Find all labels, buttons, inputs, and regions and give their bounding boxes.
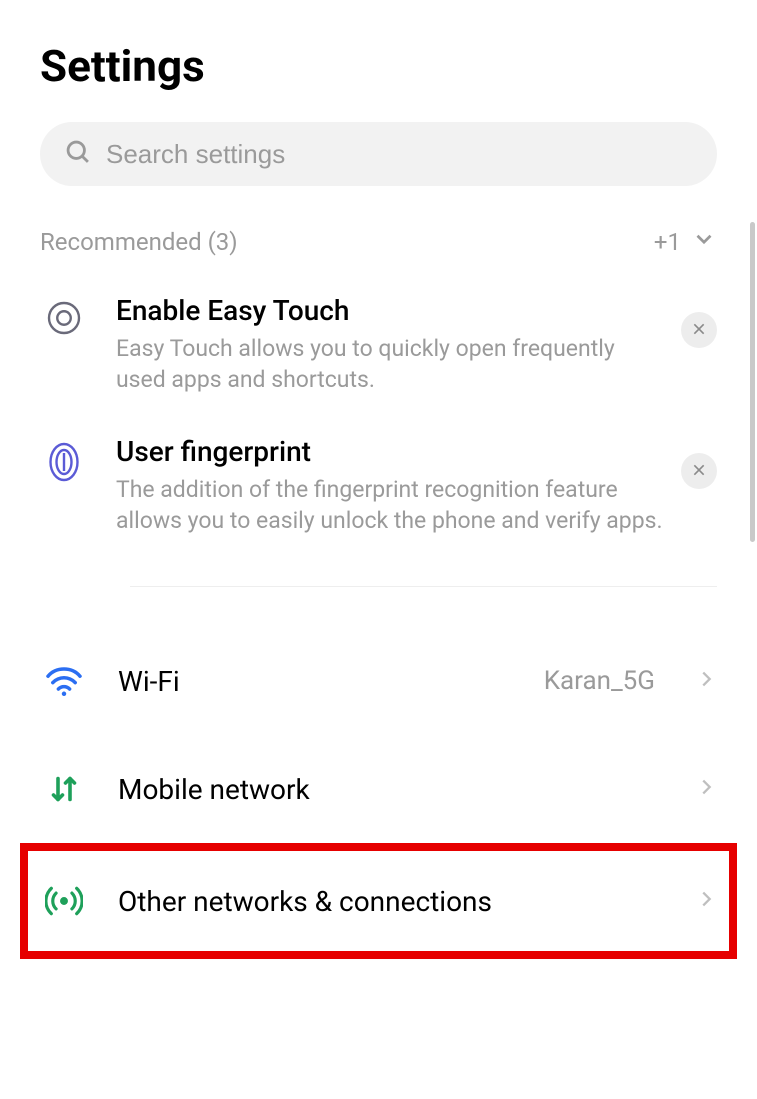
scrollbar[interactable] bbox=[750, 222, 755, 542]
chevron-right-icon bbox=[695, 668, 717, 694]
page-title: Settings bbox=[40, 40, 717, 92]
recommended-more-count: +1 bbox=[654, 228, 681, 256]
dismiss-button[interactable] bbox=[681, 312, 717, 348]
recommended-more[interactable]: +1 bbox=[654, 226, 717, 258]
close-icon bbox=[691, 321, 707, 340]
highlight-box: Other networks & connections bbox=[20, 843, 737, 959]
wifi-icon bbox=[40, 665, 88, 697]
dismiss-button[interactable] bbox=[681, 453, 717, 489]
recommended-label: Recommended (3) bbox=[40, 228, 238, 256]
setting-label: Other networks & connections bbox=[118, 885, 665, 918]
close-icon bbox=[691, 462, 707, 481]
broadcast-icon bbox=[40, 882, 88, 920]
chevron-right-icon bbox=[695, 776, 717, 802]
setting-label: Wi-Fi bbox=[118, 665, 514, 698]
chevron-right-icon bbox=[695, 888, 717, 914]
setting-label: Mobile network bbox=[118, 773, 665, 806]
fingerprint-icon bbox=[40, 435, 88, 483]
recommended-item-fingerprint[interactable]: User fingerprint The addition of the fin… bbox=[40, 435, 717, 576]
setting-value: Karan_5G bbox=[544, 666, 655, 696]
search-bar[interactable] bbox=[40, 122, 717, 186]
divider bbox=[130, 586, 717, 587]
setting-mobile-network[interactable]: Mobile network bbox=[40, 735, 717, 843]
data-arrows-icon bbox=[40, 771, 88, 807]
recommended-item-easy-touch[interactable]: Enable Easy Touch Easy Touch allows you … bbox=[40, 294, 717, 435]
recommended-item-title: User fingerprint bbox=[116, 435, 667, 468]
setting-other-networks[interactable]: Other networks & connections bbox=[40, 851, 717, 951]
recommended-item-description: Easy Touch allows you to quickly open fr… bbox=[116, 333, 667, 395]
target-icon bbox=[40, 294, 88, 336]
recommended-item-title: Enable Easy Touch bbox=[116, 294, 667, 327]
search-icon bbox=[64, 138, 106, 170]
recommended-header[interactable]: Recommended (3) +1 bbox=[40, 226, 717, 258]
chevron-down-icon bbox=[691, 226, 717, 258]
search-input[interactable] bbox=[106, 139, 693, 170]
recommended-item-description: The addition of the fingerprint recognit… bbox=[116, 474, 667, 536]
setting-wifi[interactable]: Wi-Fi Karan_5G bbox=[40, 627, 717, 735]
